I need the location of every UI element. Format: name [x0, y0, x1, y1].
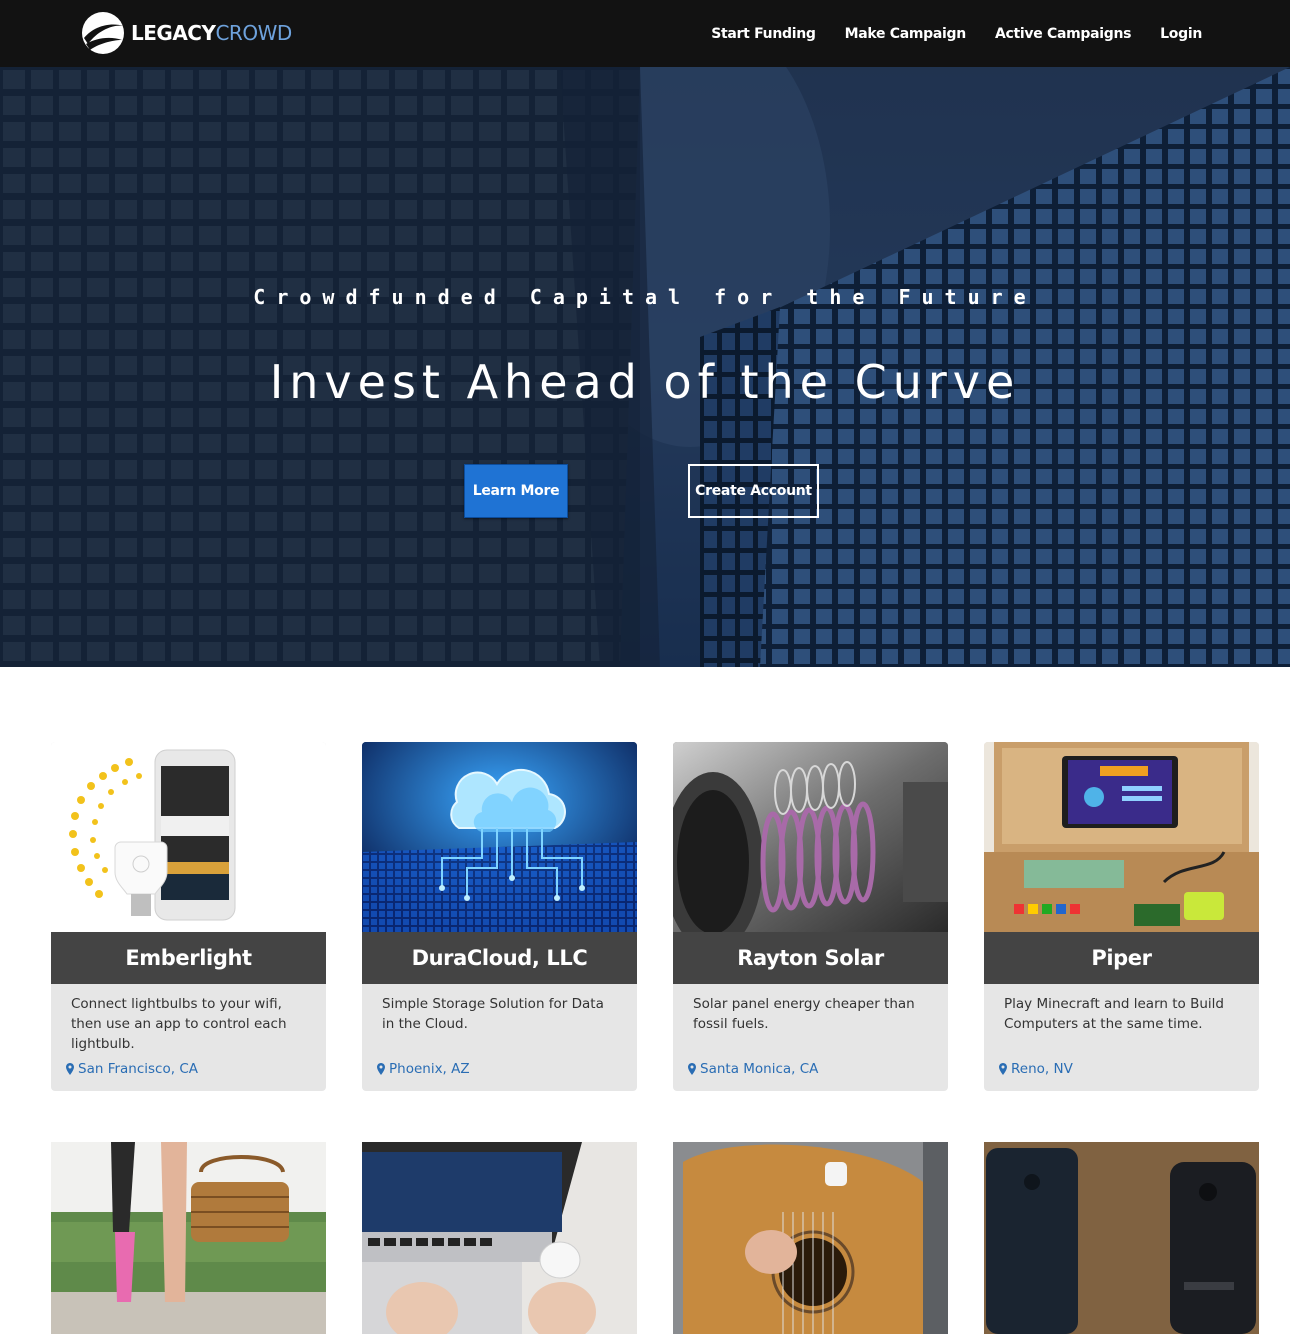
campaign-image: [673, 742, 948, 932]
nav-links: Start Funding Make Campaign Active Campa…: [711, 0, 1202, 67]
campaign-card-image-6[interactable]: [362, 1142, 637, 1334]
guitar-image: [673, 1142, 948, 1334]
campaign-image: [51, 742, 326, 932]
campaign-description: Solar panel energy cheaper than fossil f…: [693, 996, 915, 1032]
campaign-description: Connect lightbulbs to your wifi, then us…: [71, 996, 287, 1052]
piper-image: [984, 742, 1259, 932]
campaign-location-text: Reno, NV: [1011, 1061, 1073, 1077]
hero-title: Invest Ahead of the Curve: [269, 355, 1021, 409]
campaign-image: [362, 742, 637, 932]
campaign-title[interactable]: Piper: [984, 932, 1259, 984]
campaign-card-duracloud[interactable]: DuraCloud, LLC Simple Storage Solution f…: [362, 742, 637, 1091]
campaign-card-image-7[interactable]: [673, 1142, 948, 1334]
map-marker-icon: [999, 1063, 1007, 1075]
brand-name-part2: CROWD: [215, 21, 292, 45]
nav-start-funding[interactable]: Start Funding: [711, 26, 816, 42]
nav-make-campaign[interactable]: Make Campaign: [845, 26, 967, 42]
learn-more-button[interactable]: Learn More: [464, 464, 568, 518]
rayton-solar-image: [673, 742, 948, 932]
campaign-location-text: Santa Monica, CA: [700, 1061, 819, 1077]
brand-logo[interactable]: LEGACYCROWD: [80, 10, 292, 56]
create-account-button[interactable]: Create Account: [688, 464, 819, 518]
campaign-image: [984, 742, 1259, 932]
top-navbar: LEGACYCROWD Start Funding Make Campaign …: [0, 0, 1290, 67]
map-marker-icon: [377, 1063, 385, 1075]
campaign-location-text: San Francisco, CA: [78, 1061, 198, 1077]
campaign-location[interactable]: Santa Monica, CA: [688, 1061, 818, 1077]
prosthetic-leg-image: [51, 1142, 326, 1334]
campaign-description: Simple Storage Solution for Data in the …: [382, 996, 604, 1032]
campaign-card-emberlight[interactable]: Emberlight Connect lightbulbs to your wi…: [51, 742, 326, 1091]
nav-login[interactable]: Login: [1160, 26, 1202, 42]
campaign-location[interactable]: San Francisco, CA: [66, 1061, 198, 1077]
nav-active-campaigns[interactable]: Active Campaigns: [995, 26, 1132, 42]
campaign-card-rayton-solar[interactable]: Rayton Solar Solar panel energy cheaper …: [673, 742, 948, 1091]
campaign-title[interactable]: Emberlight: [51, 932, 326, 984]
campaign-card-piper[interactable]: Piper Play Minecraft and learn to Build …: [984, 742, 1259, 1091]
smartphones-image: [984, 1142, 1259, 1334]
laptop-image: [362, 1142, 637, 1334]
emberlight-image: [69, 749, 236, 921]
map-marker-icon: [66, 1063, 74, 1075]
hero-section: Crowdfunded Capital for the Future Inves…: [0, 67, 1290, 667]
campaign-title[interactable]: DuraCloud, LLC: [362, 932, 637, 984]
campaign-description: Play Minecraft and learn to Build Comput…: [1004, 996, 1224, 1032]
map-marker-icon: [688, 1063, 696, 1075]
campaign-location[interactable]: Phoenix, AZ: [377, 1061, 470, 1077]
hero-tagline: Crowdfunded Capital for the Future: [253, 285, 1037, 309]
campaign-location-text: Phoenix, AZ: [389, 1061, 470, 1077]
brand-wordmark: LEGACYCROWD: [131, 21, 292, 45]
duracloud-image: [362, 742, 637, 932]
globe-swoosh-icon: [82, 12, 124, 54]
campaign-card-image-5[interactable]: [51, 1142, 326, 1334]
brand-name-part1: LEGACY: [131, 21, 216, 45]
campaign-title[interactable]: Rayton Solar: [673, 932, 948, 984]
campaign-card-image-8[interactable]: [984, 1142, 1259, 1334]
campaign-location[interactable]: Reno, NV: [999, 1061, 1073, 1077]
